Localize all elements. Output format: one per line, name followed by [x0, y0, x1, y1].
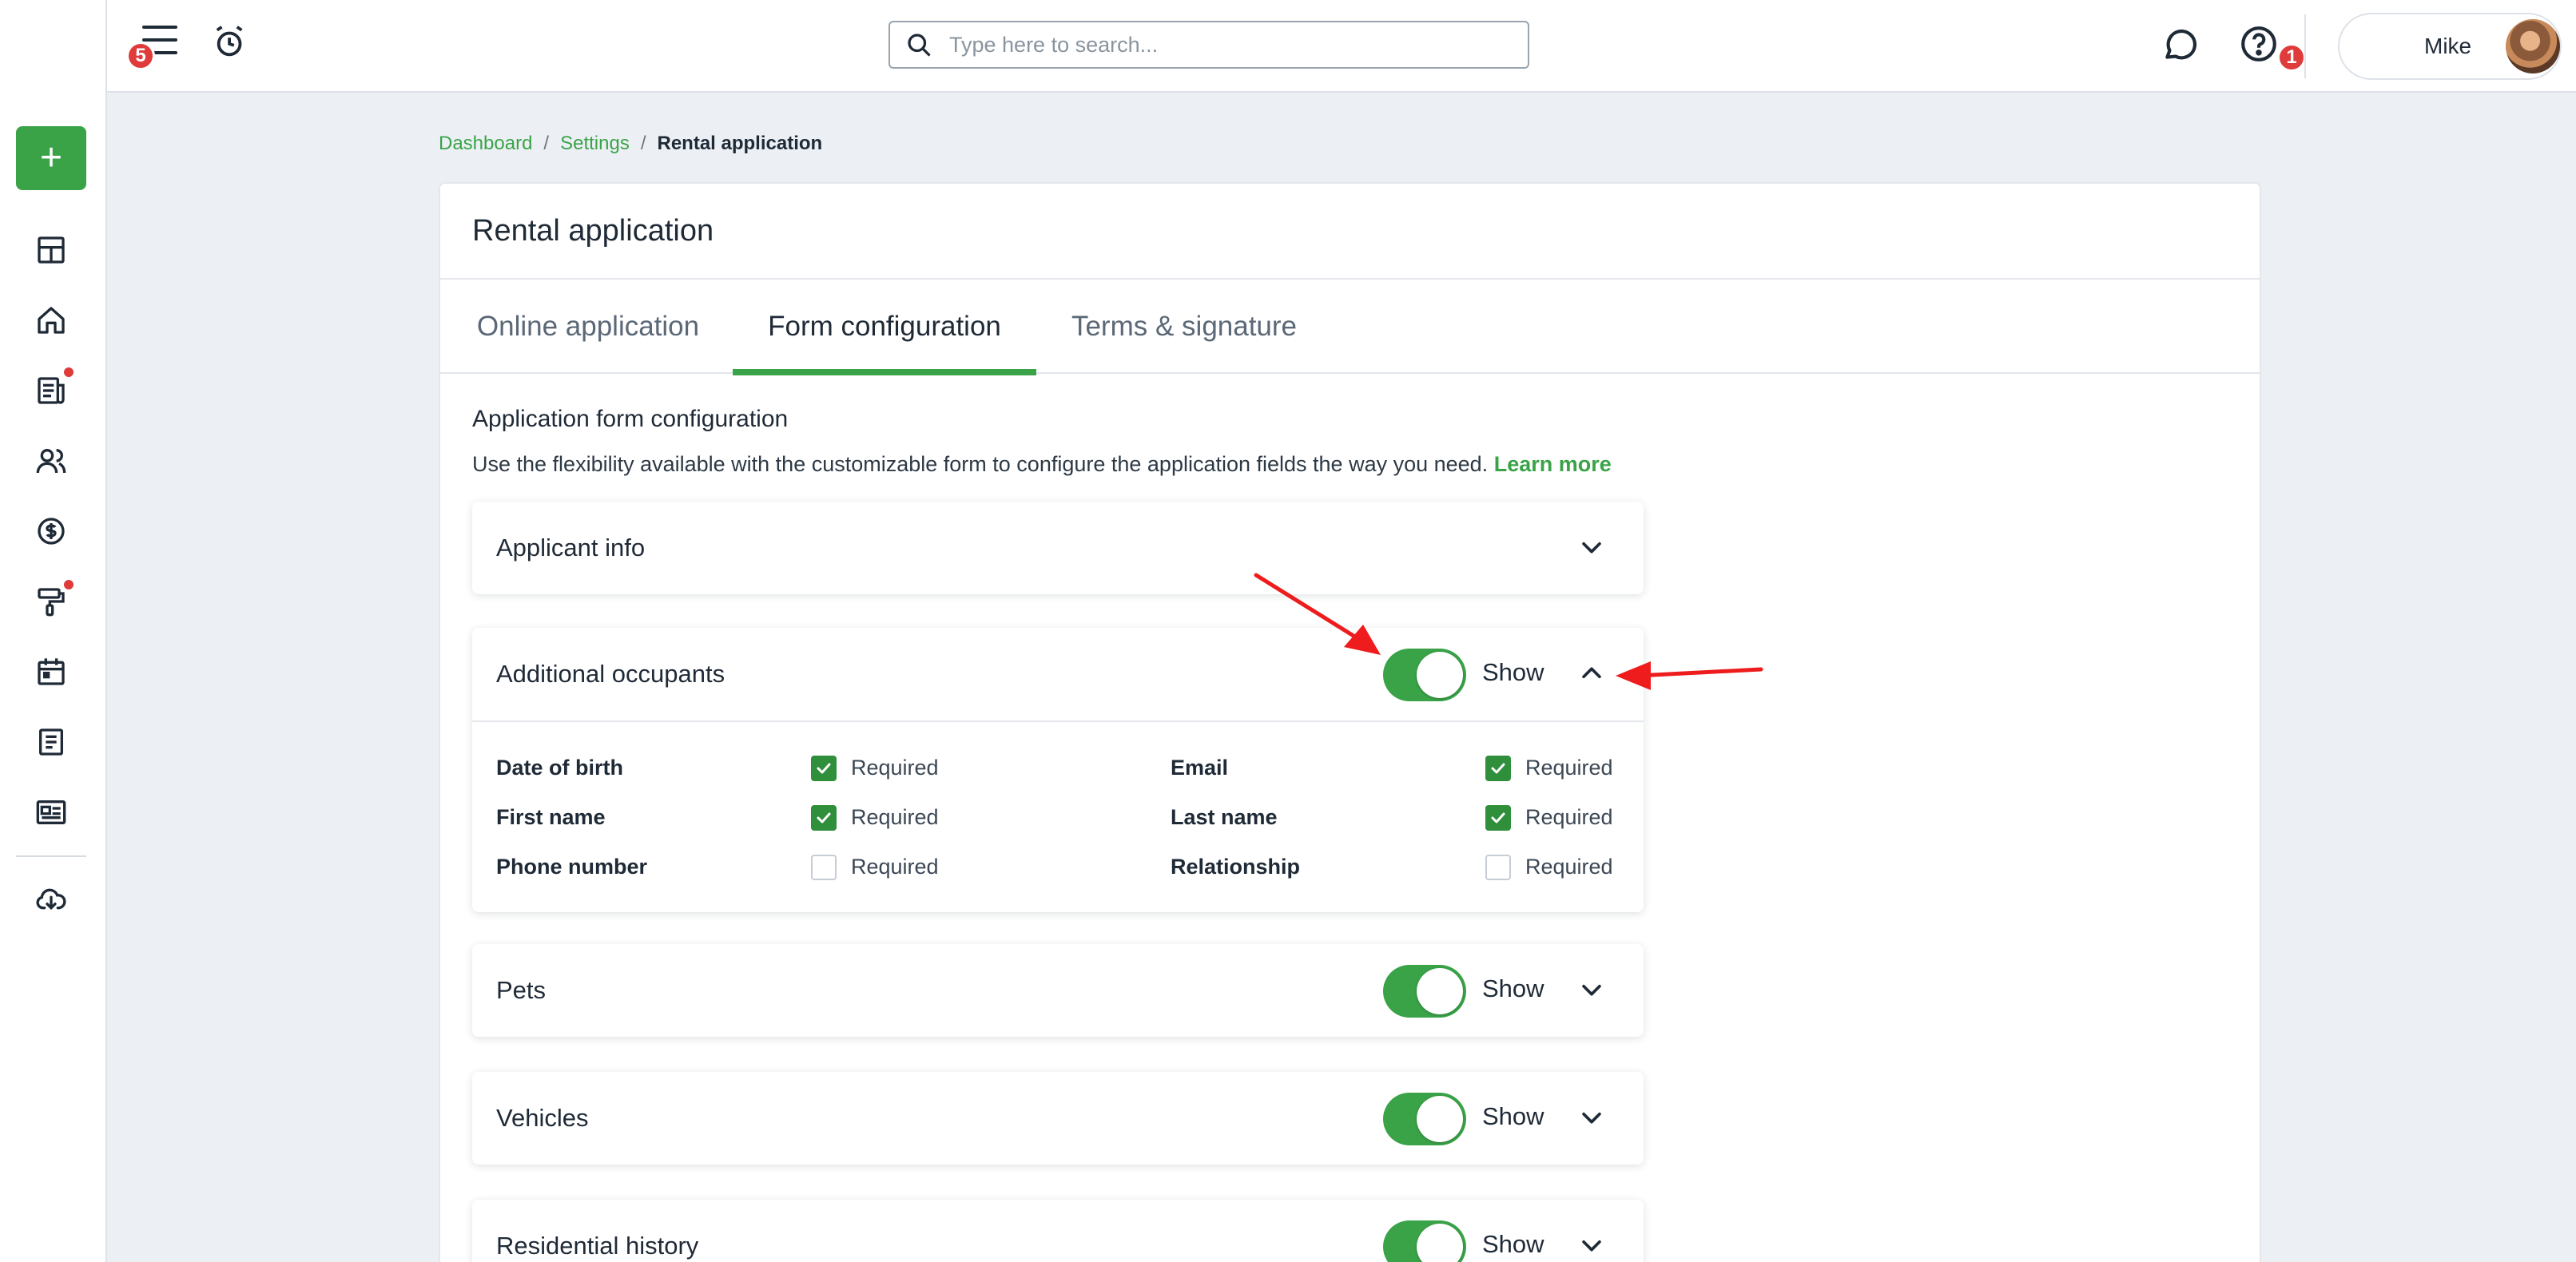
required-label: Required — [851, 756, 939, 780]
required-checkbox[interactable] — [1485, 805, 1511, 831]
breadcrumb: Dashboard / Settings / Rental applicatio… — [439, 133, 822, 155]
required-checkbox[interactable] — [1485, 855, 1511, 880]
document-icon[interactable] — [32, 723, 70, 761]
additional-occupants-panel: Additional occupants Show Date of birth … — [472, 628, 1644, 912]
breadcrumb-separator: / — [640, 133, 646, 154]
residential-history-header[interactable]: Residential history Show — [472, 1200, 1644, 1262]
applicant-info-panel: Applicant info — [472, 502, 1644, 594]
avatar[interactable] — [2506, 19, 2560, 73]
show-label: Show — [1482, 658, 1544, 686]
config-description-text: Use the flexibility available with the c… — [472, 452, 1489, 476]
field-label: Relationship — [1171, 855, 1301, 879]
sidebar: + — [0, 0, 107, 1262]
show-label: Show — [1482, 1230, 1544, 1258]
calendar-icon[interactable] — [32, 653, 70, 691]
required-checkbox[interactable] — [811, 855, 837, 880]
people-icon[interactable] — [32, 442, 70, 480]
panel-title: Additional occupants — [496, 660, 725, 688]
tab-terms-signature[interactable]: Terms & signature — [1068, 280, 1300, 374]
show-label: Show — [1482, 1102, 1544, 1130]
residential-history-panel: Residential history Show — [472, 1200, 1644, 1262]
required-checkbox[interactable] — [811, 756, 837, 781]
sidebar-divider — [16, 855, 86, 857]
top-header: 5 1 Mike — [107, 0, 2576, 93]
field-label: Email — [1171, 756, 1229, 780]
dollar-icon[interactable] — [32, 512, 70, 550]
alerts-badge: 5 — [126, 42, 155, 70]
search-input[interactable] — [949, 32, 1493, 58]
grid-icon[interactable] — [32, 231, 70, 269]
chevron-down-icon[interactable] — [1578, 1232, 1605, 1259]
show-toggle[interactable] — [1383, 965, 1466, 1018]
add-button[interactable]: + — [16, 126, 86, 190]
search-box[interactable] — [888, 21, 1529, 69]
panel-title: Pets — [496, 976, 547, 1004]
applicant-info-header[interactable]: Applicant info — [472, 502, 1644, 594]
tab-form-configuration[interactable]: Form configuration — [733, 280, 1036, 375]
chat-icon[interactable] — [2161, 26, 2205, 70]
pets-panel: Pets Show — [472, 944, 1644, 1037]
alarm-clock-icon[interactable]: 5 — [126, 24, 254, 70]
breadcrumb-dashboard[interactable]: Dashboard — [439, 133, 532, 155]
chevron-down-icon[interactable] — [1578, 534, 1605, 561]
help-icon[interactable] — [2239, 24, 2284, 69]
header-divider — [2304, 14, 2306, 78]
required-label: Required — [851, 805, 939, 829]
field-label: Date of birth — [496, 756, 623, 780]
vehicles-header[interactable]: Vehicles Show — [472, 1072, 1644, 1165]
user-menu-button[interactable]: Mike — [2338, 13, 2562, 80]
vehicles-panel: Vehicles Show — [472, 1072, 1644, 1165]
show-toggle[interactable] — [1383, 649, 1466, 701]
panel-title: Applicant info — [496, 534, 646, 562]
cloud-download-icon[interactable] — [32, 879, 70, 918]
learn-more-link[interactable]: Learn more — [1494, 452, 1612, 476]
field-label: First name — [496, 805, 606, 829]
chevron-down-icon[interactable] — [1578, 1104, 1605, 1131]
field-label: Last name — [1171, 805, 1278, 829]
required-checkbox[interactable] — [811, 805, 837, 831]
breadcrumb-separator: / — [543, 133, 550, 154]
show-toggle[interactable] — [1383, 1093, 1466, 1145]
breadcrumb-current: Rental application — [657, 133, 823, 154]
maintenance-notification-dot — [64, 580, 74, 589]
tab-bar: Online application Form configuration Te… — [440, 280, 2260, 375]
tab-online-application[interactable]: Online application — [472, 280, 704, 374]
required-label: Required — [1525, 756, 1613, 780]
config-title: Application form configuration — [472, 406, 789, 432]
rental-application-card: Rental application Online application Fo… — [439, 182, 2261, 1262]
user-name: Mike — [2424, 34, 2472, 58]
chevron-down-icon[interactable] — [1578, 976, 1605, 1003]
newspaper-icon[interactable] — [32, 371, 70, 410]
chevron-up-icon[interactable] — [1578, 660, 1605, 687]
id-card-icon[interactable] — [32, 793, 70, 831]
config-description: Use the flexibility available with the c… — [472, 452, 1612, 477]
page-title: Rental application — [472, 214, 714, 248]
show-toggle[interactable] — [1383, 1220, 1466, 1262]
required-label: Required — [851, 855, 939, 879]
panel-title: Vehicles — [496, 1104, 589, 1132]
field-label: Phone number — [496, 855, 648, 879]
leasing-notification-dot — [64, 367, 74, 377]
search-icon — [908, 34, 931, 57]
occupant-fields: Date of birth Required Email Required Fi… — [472, 720, 1644, 911]
pets-header[interactable]: Pets Show — [472, 944, 1644, 1037]
additional-occupants-header[interactable]: Additional occupants Show — [472, 628, 1644, 720]
home-icon[interactable] — [32, 301, 70, 339]
required-checkbox[interactable] — [1485, 756, 1511, 781]
show-label: Show — [1482, 974, 1544, 1002]
breadcrumb-settings[interactable]: Settings — [560, 133, 630, 155]
required-label: Required — [1525, 805, 1613, 829]
required-label: Required — [1525, 855, 1613, 879]
panel-title: Residential history — [496, 1232, 699, 1260]
